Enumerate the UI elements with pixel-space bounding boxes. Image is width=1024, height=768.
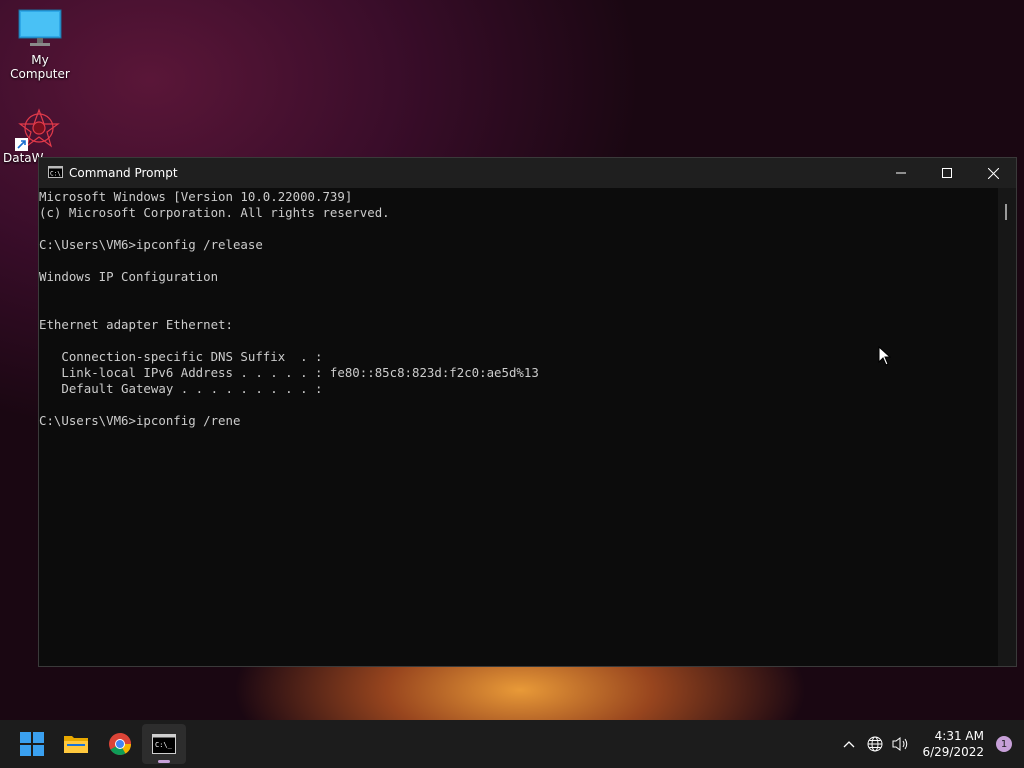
taskbar-chrome[interactable] — [98, 724, 142, 764]
globe-icon — [867, 736, 883, 752]
close-button[interactable] — [970, 158, 1016, 188]
close-icon — [987, 167, 999, 179]
notification-badge[interactable]: 1 — [996, 736, 1012, 752]
volume-button[interactable] — [889, 732, 913, 756]
scrollbar-thumb[interactable] — [1005, 204, 1007, 220]
console-line: Connection-specific DNS Suffix . : — [39, 349, 323, 364]
taskbar-command-prompt[interactable]: C:\_ — [142, 724, 186, 764]
taskbar-file-explorer[interactable] — [54, 724, 98, 764]
desktop-icon-my-computer[interactable]: My Computer — [0, 8, 80, 81]
folder-icon — [64, 736, 88, 753]
minimize-icon — [896, 172, 906, 174]
console-line: Microsoft Windows [Version 10.0.22000.73… — [39, 189, 353, 204]
datawrapper-shortcut-icon — [15, 108, 60, 151]
console-line: Ethernet adapter Ethernet: — [39, 317, 233, 332]
active-indicator — [158, 760, 170, 763]
console-line: C:\Users\VM6>ipconfig /rene — [39, 413, 241, 428]
clock-date: 6/29/2022 — [922, 745, 984, 759]
terminal-icon: C:\_ — [152, 734, 176, 754]
speaker-icon — [892, 737, 908, 751]
system-tray: 4:31 AM 6/29/2022 1 — [836, 720, 1024, 768]
console-line: Windows IP Configuration — [39, 269, 219, 284]
mouse-cursor-icon — [878, 346, 892, 366]
minimize-button[interactable] — [878, 158, 924, 188]
svg-text:C:\_: C:\_ — [155, 741, 173, 749]
chevron-up-icon — [844, 741, 855, 748]
maximize-button[interactable] — [924, 158, 970, 188]
chrome-icon — [109, 733, 131, 755]
taskbar: C:\_ 4:31 AM 6/29/2022 1 — [0, 720, 1024, 768]
console-line: C:\Users\VM6>ipconfig /release — [39, 237, 263, 252]
monitor-icon — [18, 9, 62, 46]
show-hidden-icons-button[interactable] — [837, 732, 861, 756]
svg-text:C:\: C:\ — [50, 170, 61, 177]
vertical-scrollbar[interactable] — [998, 188, 1016, 666]
desktop-icon-label: My Computer — [10, 53, 70, 81]
title-bar[interactable]: C:\ Command Prompt — [39, 158, 1016, 188]
console-output[interactable]: Microsoft Windows [Version 10.0.22000.73… — [39, 188, 998, 666]
console-line: Link-local IPv6 Address . . . . . : fe80… — [39, 365, 539, 380]
network-button[interactable] — [863, 732, 887, 756]
start-button[interactable] — [10, 724, 54, 764]
terminal-icon: C:\ — [48, 165, 63, 181]
console-line: Default Gateway . . . . . . . . . : — [39, 381, 323, 396]
clock[interactable]: 4:31 AM 6/29/2022 — [922, 728, 984, 760]
console-line: (c) Microsoft Corporation. All rights re… — [39, 205, 390, 220]
command-prompt-window[interactable]: C:\ Command Prompt Microsoft Windows [Ve… — [38, 157, 1017, 667]
desktop-icon-dataw[interactable]: DataW — [0, 104, 80, 165]
clock-time: 4:31 AM — [934, 729, 984, 743]
windows-logo-icon — [20, 732, 44, 756]
window-title: Command Prompt — [69, 166, 178, 180]
maximize-icon — [942, 168, 952, 178]
